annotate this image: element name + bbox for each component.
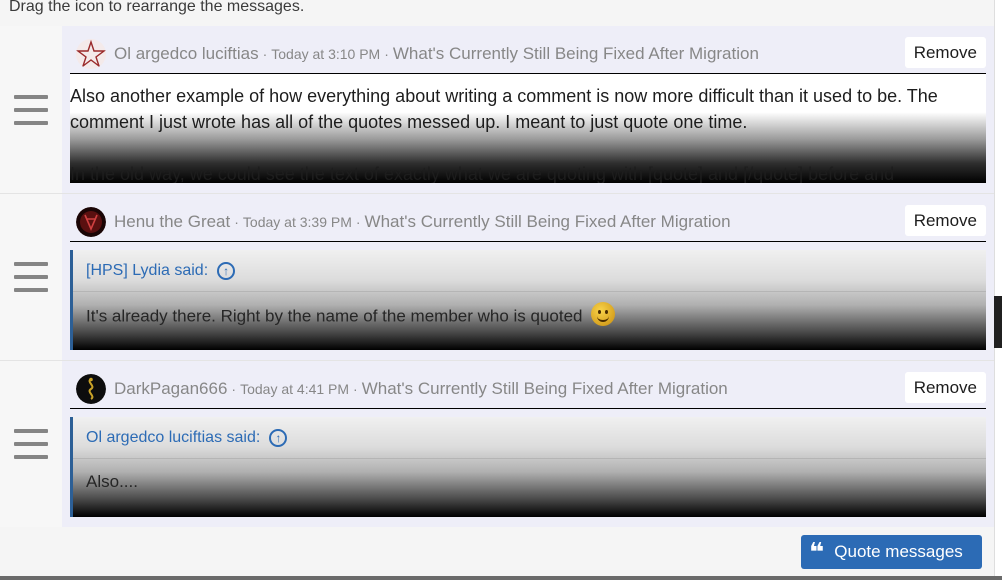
quote-icon: ❝	[809, 537, 825, 567]
quote-messages-label: Quote messages	[834, 542, 963, 561]
message-text-continued: In the old way, we could see the text of…	[70, 164, 895, 183]
remove-button[interactable]: Remove	[904, 37, 986, 68]
post-time: Today at 3:39 PM	[242, 213, 352, 230]
message-header: Ol argedco luciftias · Today at 3:10 PM …	[70, 34, 986, 74]
remove-button[interactable]: Remove	[904, 205, 986, 236]
instruction-text: Drag the icon to rearrange the messages.	[9, 0, 305, 15]
scrollbar[interactable]	[994, 0, 1002, 580]
message-list: Ol argedco luciftias · Today at 3:10 PM …	[0, 26, 994, 527]
scrollbar-thumb[interactable]	[994, 296, 1002, 348]
message-card: Henu the Great · Today at 3:39 PM · What…	[62, 194, 994, 360]
quote-author[interactable]: Ol argedco luciftias said:	[86, 429, 260, 447]
quote-text: It's already there. Right by the name of…	[73, 292, 986, 329]
quote-header[interactable]: Ol argedco luciftias said: ↑	[73, 417, 986, 459]
post-time: Today at 4:41 PM	[240, 380, 350, 397]
pentagram-icon	[76, 38, 106, 69]
post-time: Today at 3:10 PM	[271, 45, 381, 62]
arrow-up-circle-icon[interactable]: ↑	[269, 428, 288, 447]
quote-text: Also....	[86, 472, 138, 491]
drag-handle[interactable]	[0, 194, 62, 360]
author-name[interactable]: Henu the Great	[114, 212, 230, 232]
drag-handle[interactable]	[0, 361, 62, 527]
quote-author[interactable]: [HPS] Lydia said:	[86, 262, 208, 280]
message-row: Ol argedco luciftias · Today at 3:10 PM …	[0, 26, 994, 193]
drag-handle-icon[interactable]	[14, 262, 48, 292]
author-name[interactable]: Ol argedco luciftias	[114, 44, 259, 64]
message-header: Henu the Great · Today at 3:39 PM · What…	[70, 202, 986, 242]
message-card: Ol argedco luciftias · Today at 3:10 PM …	[62, 26, 994, 193]
thread-title[interactable]: What's Currently Still Being Fixed After…	[362, 379, 728, 399]
footer-bar: ❝ Quote messages	[0, 527, 994, 580]
message-text: Also another example of how everything a…	[70, 86, 938, 132]
message-card: DarkPagan666 · Today at 4:41 PM · What's…	[62, 361, 994, 527]
avatar	[76, 373, 106, 404]
avatar	[76, 206, 106, 237]
message-body: Also another example of how everything a…	[70, 74, 986, 183]
quote-header[interactable]: [HPS] Lydia said: ↑	[73, 250, 986, 292]
thread-title[interactable]: What's Currently Still Being Fixed After…	[365, 212, 731, 232]
author-name[interactable]: DarkPagan666	[114, 379, 227, 399]
drag-handle[interactable]	[0, 26, 62, 193]
serpent-icon	[76, 373, 106, 404]
arrow-up-circle-icon[interactable]: ↑	[217, 261, 236, 280]
message-row: DarkPagan666 · Today at 4:41 PM · What's…	[0, 360, 994, 527]
baphomet-icon	[76, 206, 106, 237]
smiley-icon	[591, 302, 616, 326]
avatar	[76, 38, 106, 69]
quote-block: Ol argedco luciftias said: ↑ Also....	[70, 417, 986, 517]
drag-handle-icon[interactable]	[14, 94, 48, 125]
window-bottom-edge	[0, 576, 1002, 580]
thread-title[interactable]: What's Currently Still Being Fixed After…	[393, 44, 759, 64]
quote-block: [HPS] Lydia said: ↑ It's already there. …	[70, 250, 986, 350]
message-row: Henu the Great · Today at 3:39 PM · What…	[0, 193, 994, 360]
message-header: DarkPagan666 · Today at 4:41 PM · What's…	[70, 369, 986, 409]
drag-handle-icon[interactable]	[14, 429, 48, 459]
quote-messages-button[interactable]: ❝ Quote messages	[801, 535, 982, 569]
remove-button[interactable]: Remove	[904, 372, 986, 403]
